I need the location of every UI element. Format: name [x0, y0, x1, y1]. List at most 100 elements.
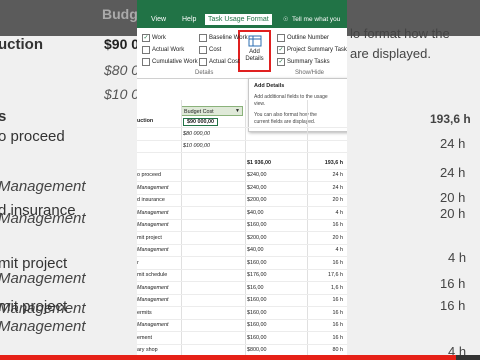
tab-view[interactable]: View [151, 16, 166, 23]
table-row-divider [137, 231, 347, 232]
task-name-cell[interactable]: ermits [137, 310, 152, 316]
task-name-cell[interactable]: mit schedule [137, 272, 167, 278]
background-task-label: uction [0, 36, 43, 53]
video-progress-fill [0, 355, 456, 360]
background-task-label: Management [0, 318, 86, 335]
task-name-cell[interactable]: r [137, 260, 139, 266]
budget-cost-header-label: Budget Cost [184, 109, 214, 115]
task-name-cell[interactable]: Management [137, 210, 168, 216]
task-name-cell[interactable]: d insurance [137, 197, 165, 203]
table-row-divider [137, 281, 347, 282]
cost-cell[interactable]: $160,00 [247, 297, 267, 303]
cost-cell[interactable]: $176,00 [247, 272, 267, 278]
tab-task-usage-format[interactable]: Task Usage Format [205, 14, 272, 25]
table-row-divider [137, 152, 347, 153]
cost-cell[interactable]: $160,00 [247, 222, 267, 228]
checkbox-summary-tasks[interactable]: ✓ Summary Tasks [277, 58, 330, 66]
work-cell[interactable]: 16 h [309, 335, 344, 341]
work-cell[interactable]: 24 h [309, 172, 344, 178]
checkbox-cumulative-work[interactable]: Cumulative Work [142, 58, 198, 66]
task-name-cell[interactable]: mit project [137, 235, 162, 241]
background-right-text: 20 h [440, 206, 466, 221]
task-name-cell[interactable]: ement [137, 335, 152, 341]
work-cell[interactable]: 4 h [309, 247, 344, 253]
task-name-cell[interactable]: Management [137, 297, 168, 303]
checkbox-empty-icon [199, 58, 207, 66]
work-cell[interactable]: 80 h [309, 347, 344, 353]
checkbox-baseline-work[interactable]: Baseline Work [199, 34, 248, 42]
checkbox-work[interactable]: ✓ Work [142, 34, 166, 42]
checkbox-cost[interactable]: Cost [199, 46, 221, 54]
tooltip-title: Add Details [254, 83, 285, 89]
work-cell[interactable]: 20 h [309, 197, 344, 203]
group-label-details: Details [195, 70, 214, 76]
background-right-text: 4 h [448, 250, 467, 265]
cost-cell[interactable]: $200,00 [247, 197, 267, 203]
checkmark-icon: ✓ [277, 46, 285, 54]
task-name-cell[interactable]: o proceed [137, 172, 161, 178]
budget-cost-cell[interactable]: $10 000,00 [183, 143, 210, 149]
cost-cell[interactable]: $800,00 [247, 347, 267, 353]
table-row-divider [137, 294, 347, 295]
work-cell[interactable]: 193,6 h [309, 160, 343, 166]
task-name-cell[interactable]: Management [137, 185, 168, 191]
table-row-divider [137, 306, 347, 307]
video-progress-bar[interactable] [0, 355, 480, 360]
tooltip-line-4: current fields are displayed. [254, 119, 316, 125]
cost-cell[interactable]: $1 936,00 [247, 160, 271, 166]
background-budget-value: Budg [102, 6, 138, 22]
work-cell[interactable]: 16 h [309, 322, 344, 328]
background-task-label: s [0, 108, 7, 125]
cost-cell[interactable]: $160,00 [247, 322, 267, 328]
cost-cell[interactable]: $40,00 [247, 247, 264, 253]
table-row-divider [137, 140, 347, 141]
work-cell[interactable]: 20 h [309, 235, 344, 241]
cost-cell[interactable]: $160,00 [247, 310, 267, 316]
table-row-divider [137, 269, 347, 270]
grid-column-divider [307, 100, 308, 360]
work-cell[interactable]: 17,6 h [309, 272, 343, 278]
work-cell[interactable]: 24 h [309, 185, 344, 191]
checkbox-actual-cost[interactable]: Actual Cost [199, 58, 240, 66]
work-cell[interactable]: 16 h [309, 222, 344, 228]
checkbox-label: Project Summary Task [287, 47, 347, 53]
ribbon: View Help Task Usage Format ☉ Tell me wh… [137, 0, 347, 79]
checkbox-outline-number[interactable]: Outline Number [277, 34, 329, 42]
cost-cell[interactable]: $40,00 [247, 210, 264, 216]
task-name-cell[interactable]: Management [137, 247, 168, 253]
work-cell[interactable]: 16 h [309, 260, 344, 266]
cost-cell[interactable]: $16,00 [247, 285, 264, 291]
checkbox-label: Actual Work [152, 47, 185, 53]
table-row-divider [137, 344, 347, 345]
work-cell[interactable]: 16 h [309, 310, 344, 316]
cost-cell[interactable]: $240,00 [247, 185, 267, 191]
checkbox-label: Cumulative Work [152, 59, 198, 65]
budget-cost-cell[interactable]: $90 000,00 [183, 118, 218, 126]
work-cell[interactable]: 1,6 h [309, 285, 343, 291]
cost-cell[interactable]: $240,00 [247, 172, 267, 178]
background-right-text: 16 h [440, 298, 466, 313]
task-name-cell[interactable]: Management [137, 285, 168, 291]
checkbox-project-summary-task[interactable]: ✓ Project Summary Task [277, 46, 347, 54]
tell-me-box[interactable]: Tell me what you [292, 16, 340, 23]
work-cell[interactable]: 4 h [309, 210, 344, 216]
add-details-label: Add Details [245, 49, 264, 62]
task-name-cell[interactable]: Management [137, 322, 168, 328]
tab-help[interactable]: Help [182, 16, 196, 23]
budget-cost-column-header[interactable]: Budget Cost ▼ [181, 106, 243, 116]
checkmark-icon: ✓ [277, 58, 285, 66]
checkbox-label: Cost [209, 47, 222, 53]
background-task-label: o proceed [0, 128, 65, 145]
task-name-cell[interactable]: Management [137, 222, 168, 228]
tooltip-line-1: Add additional fields to the usage [254, 94, 328, 100]
cost-cell[interactable]: $160,00 [247, 335, 267, 341]
budget-cost-cell[interactable]: $80 000,00 [183, 131, 210, 137]
work-cell[interactable]: 16 h [309, 297, 344, 303]
cost-cell[interactable]: $160,00 [247, 260, 267, 266]
group-label-show-hide: Show/Hide [295, 70, 325, 76]
task-name-cell[interactable]: ary shop [137, 347, 158, 353]
chevron-down-icon[interactable]: ▼ [235, 108, 240, 114]
checkbox-actual-work[interactable]: Actual Work [142, 46, 184, 54]
cost-cell[interactable]: $200,00 [247, 235, 267, 241]
task-name-cell[interactable]: uction [137, 118, 153, 124]
